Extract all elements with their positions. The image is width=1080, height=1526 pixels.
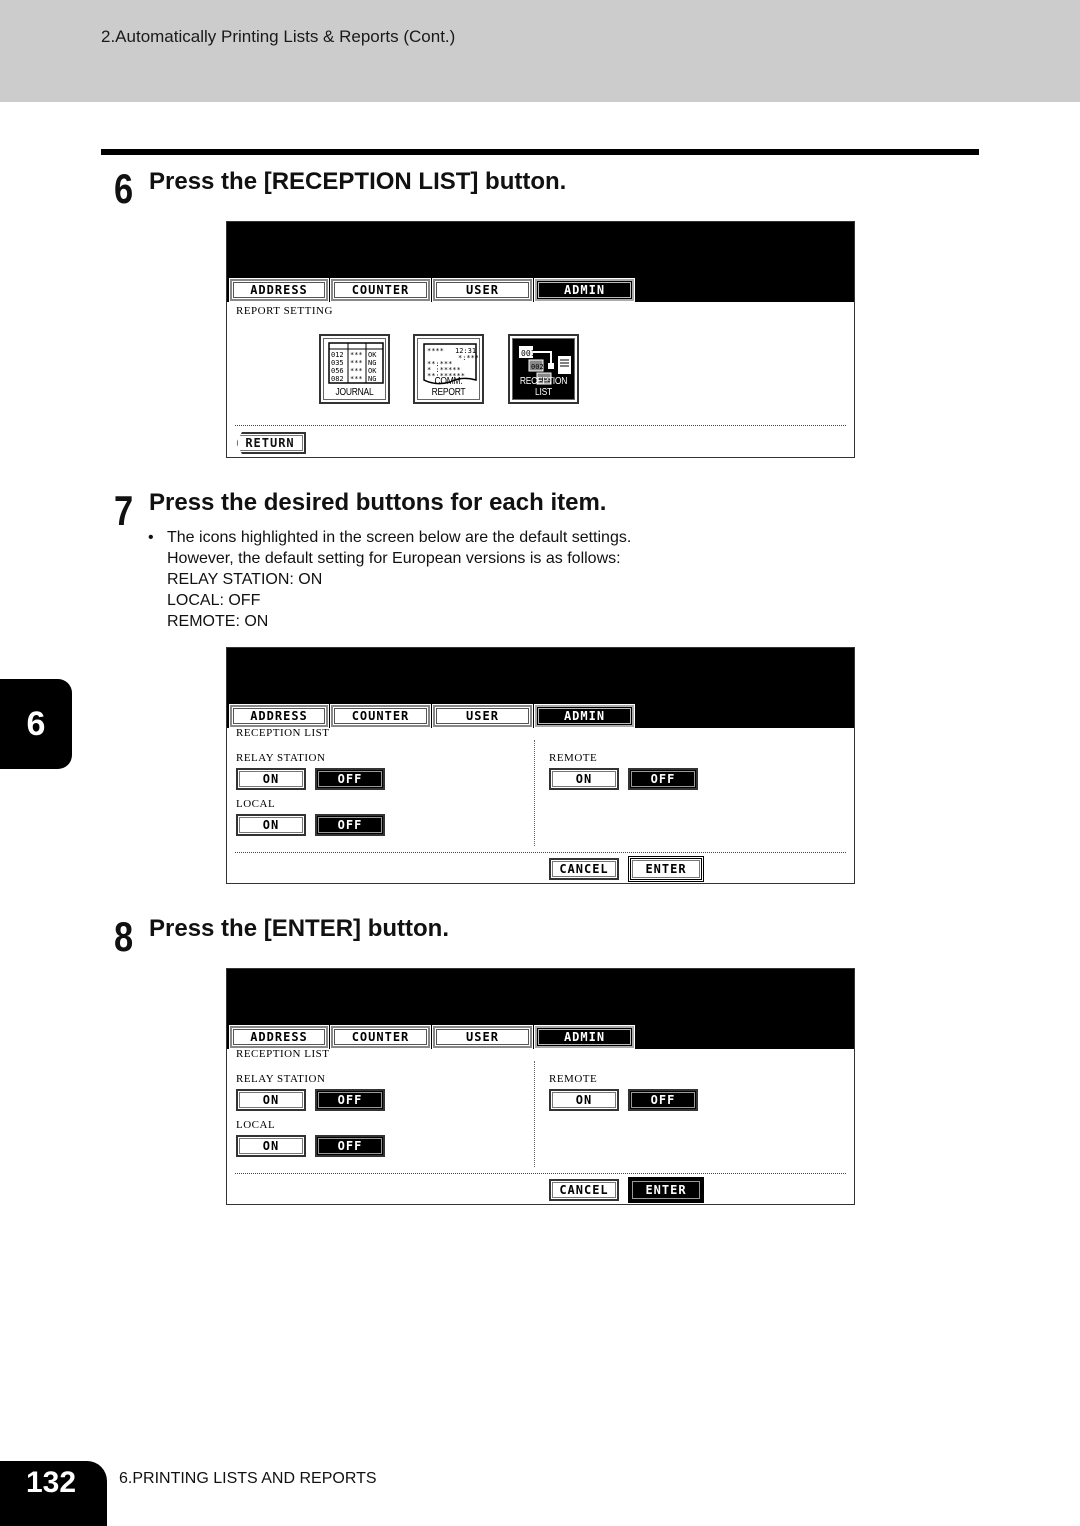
tab-bar: ADDRESS COUNTER USER ADMIN: [229, 704, 635, 728]
footer-section-title: 6.PRINTING LISTS AND REPORTS: [119, 1470, 377, 1487]
reception-list-label: RECEPTION LIST: [519, 376, 568, 398]
divider: [235, 1173, 846, 1174]
svg-text:***: ***: [350, 367, 363, 375]
relay-station-off-button[interactable]: OFF: [315, 768, 385, 790]
step-title: Press the [ENTER] button.: [149, 915, 450, 942]
note-line: However, the default setting for Europea…: [167, 550, 621, 567]
tab-bar: ADDRESS COUNTER USER ADMIN: [229, 278, 635, 302]
tab-counter[interactable]: COUNTER: [330, 1025, 431, 1049]
local-on-button[interactable]: ON: [236, 814, 306, 836]
reception-list-button[interactable]: 001 002 003 RECEPTION LIST: [508, 334, 579, 404]
comm-report-label: COMM. REPORT: [431, 376, 466, 398]
tab-counter[interactable]: COUNTER: [330, 278, 431, 302]
cancel-button[interactable]: CANCEL: [549, 1179, 619, 1201]
tab-admin[interactable]: ADMIN: [534, 1025, 635, 1049]
remote-label: REMOTE: [549, 1073, 598, 1085]
svg-text:035: 035: [331, 359, 344, 367]
remote-on-button[interactable]: ON: [549, 1089, 619, 1111]
divider: [235, 425, 846, 426]
tab-address[interactable]: ADDRESS: [229, 704, 329, 728]
note-line: RELAY STATION: ON: [167, 571, 323, 588]
tab-address[interactable]: ADDRESS: [229, 1025, 329, 1049]
local-off-button[interactable]: OFF: [315, 1135, 385, 1157]
tab-user[interactable]: USER: [432, 278, 533, 302]
svg-text:NG: NG: [368, 359, 376, 367]
relay-station-on-button[interactable]: ON: [236, 768, 306, 790]
bullet: •: [148, 529, 154, 546]
journal-button[interactable]: 012 *** OK 035 *** NG 056 *** OK 082 *** NG JOUR…: [319, 334, 390, 404]
svg-text:***: ***: [350, 375, 363, 383]
step-title: Press the desired buttons for each item.: [149, 489, 607, 516]
relay-station-label: RELAY STATION: [236, 752, 326, 764]
header-band: 2.Automatically Printing Lists & Reports…: [0, 0, 1080, 102]
remote-label: REMOTE: [549, 752, 598, 764]
column-divider: [534, 740, 535, 846]
enter-button[interactable]: ENTER: [628, 856, 704, 882]
screen-title: RECEPTION LIST: [236, 1048, 330, 1060]
local-on-button[interactable]: ON: [236, 1135, 306, 1157]
remote-off-button[interactable]: OFF: [628, 768, 698, 790]
tab-user[interactable]: USER: [432, 1025, 533, 1049]
cancel-button[interactable]: CANCEL: [549, 858, 619, 880]
svg-text:001: 001: [521, 349, 536, 358]
screen-title: REPORT SETTING: [236, 305, 333, 317]
note-line: REMOTE: ON: [167, 613, 269, 630]
relay-station-label: RELAY STATION: [236, 1073, 326, 1085]
svg-text:*:***: *:***: [458, 354, 478, 362]
tab-counter[interactable]: COUNTER: [330, 704, 431, 728]
tab-address[interactable]: ADDRESS: [229, 278, 329, 302]
section-rule: [101, 149, 979, 155]
panel-reception-list: ADDRESS COUNTER USER ADMIN RECEPTION LIS…: [226, 647, 855, 884]
enter-button-pressed[interactable]: ENTER: [628, 1177, 704, 1203]
divider: [235, 852, 846, 853]
panel-report-setting: ADDRESS COUNTER USER ADMIN REPORT SETTIN…: [226, 221, 855, 458]
relay-station-on-button[interactable]: ON: [236, 1089, 306, 1111]
svg-text:***: ***: [350, 351, 363, 359]
tab-user[interactable]: USER: [432, 704, 533, 728]
tab-admin[interactable]: ADMIN: [534, 704, 635, 728]
journal-icon: 012 *** OK 035 *** NG 056 *** OK 082 *** NG: [328, 342, 384, 384]
svg-text:OK: OK: [368, 367, 377, 375]
svg-text:056: 056: [331, 367, 344, 375]
journal-label: JOURNAL: [335, 387, 374, 398]
step-number: 6: [114, 165, 134, 212]
svg-text:****: ****: [427, 347, 444, 355]
comm-report-button[interactable]: **** 12:31 *:*** **:*** * :***** **:*****…: [413, 334, 484, 404]
return-button[interactable]: RETURN: [236, 432, 306, 454]
svg-text:NG: NG: [368, 375, 376, 383]
page-number: 132: [26, 1466, 77, 1499]
step-title: Press the [RECEPTION LIST] button.: [149, 168, 567, 195]
local-label: LOCAL: [236, 1119, 276, 1131]
remote-on-button[interactable]: ON: [549, 768, 619, 790]
step-notes: • The icons highlighted in the screen bel…: [148, 527, 631, 632]
svg-text:082: 082: [331, 375, 344, 383]
chapter-tab: 6: [0, 679, 72, 769]
panel-reception-list-enter: ADDRESS COUNTER USER ADMIN RECEPTION LIS…: [226, 968, 855, 1205]
svg-text:***: ***: [350, 359, 363, 367]
step-number: 7: [114, 487, 134, 534]
svg-text:012: 012: [331, 351, 344, 359]
svg-text:002: 002: [531, 363, 544, 371]
step-number: 8: [114, 913, 134, 960]
tab-admin[interactable]: ADMIN: [534, 278, 635, 302]
note-line: LOCAL: OFF: [167, 592, 261, 609]
screen-title: RECEPTION LIST: [236, 727, 330, 739]
svg-text:OK: OK: [368, 351, 377, 359]
breadcrumb: 2.Automatically Printing Lists & Reports…: [101, 27, 456, 46]
relay-station-off-button[interactable]: OFF: [315, 1089, 385, 1111]
column-divider: [534, 1061, 535, 1167]
note-line: The icons highlighted in the screen belo…: [167, 529, 632, 546]
local-label: LOCAL: [236, 798, 276, 810]
remote-off-button[interactable]: OFF: [628, 1089, 698, 1111]
tab-bar: ADDRESS COUNTER USER ADMIN: [229, 1025, 635, 1049]
local-off-button[interactable]: OFF: [315, 814, 385, 836]
